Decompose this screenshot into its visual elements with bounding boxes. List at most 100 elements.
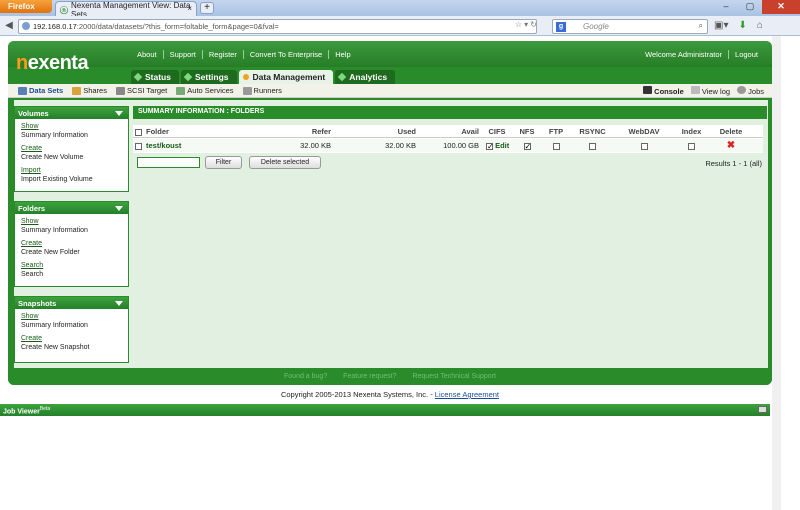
job-viewer-bar[interactable]: Job ViewerBeta (0, 404, 770, 416)
folders-show-desc: Summary Information (21, 226, 88, 234)
sub-navigation: Data Sets Shares SCSI Target Auto Servic… (18, 86, 291, 95)
row-select-checkbox[interactable] (135, 142, 142, 150)
navigation-toolbar: ◀ 192.168.0.17:2000/data/datasets/?this_… (0, 16, 800, 36)
minimize-icon[interactable]: – (714, 0, 738, 14)
subnav-data-sets[interactable]: Data Sets (18, 86, 72, 95)
folders-panel-header[interactable]: Folders (15, 202, 128, 214)
view-log-link[interactable]: View log (690, 86, 730, 96)
data-sets-icon (18, 86, 27, 95)
volumes-import-link[interactable]: Import (21, 167, 122, 176)
folders-create-link[interactable]: Create (21, 240, 122, 249)
volumes-create-desc: Create New Volume (21, 153, 84, 161)
toolbar-menu-icon[interactable]: ▣▾ (714, 20, 728, 31)
tab-status[interactable]: Status (131, 70, 179, 84)
folder-name-link[interactable]: test/koust (146, 141, 181, 150)
col-webdav: WebDAV (628, 127, 660, 136)
snapshots-create-link[interactable]: Create (21, 335, 122, 344)
table-row: test/koust 32.00 KB 32.00 KB 100.00 GB E… (133, 139, 763, 153)
select-all-checkbox[interactable] (135, 128, 142, 136)
col-delete: Delete (719, 127, 743, 136)
avail-value: 100.00 GB (443, 141, 479, 150)
summary-header: SUMMARY INFORMATION : FOLDERS (133, 106, 767, 119)
back-icon[interactable]: ◀ (2, 19, 16, 33)
webdav-checkbox[interactable] (640, 142, 648, 150)
delete-icon[interactable]: ✖ (709, 139, 753, 152)
site-identity-icon[interactable] (22, 22, 30, 30)
url-host: 192.168.0.17 (33, 22, 77, 31)
support-link[interactable]: Support (164, 50, 203, 59)
window-controls: – ▢ ✕ (714, 0, 800, 14)
snapshots-panel-header[interactable]: Snapshots (15, 297, 128, 309)
found-bug-link[interactable]: Found a bug? (284, 373, 327, 380)
volumes-panel-header[interactable]: Volumes (15, 107, 128, 119)
volumes-panel: Volumes Show Summary Information Create … (14, 106, 129, 192)
col-ftp: FTP (548, 127, 564, 136)
expand-icon[interactable] (758, 406, 767, 413)
volumes-create-link[interactable]: Create (21, 145, 122, 154)
snapshots-show-link[interactable]: Show (21, 313, 122, 322)
tab-analytics[interactable]: Analytics (335, 70, 396, 84)
maximize-icon[interactable]: ▢ (738, 0, 762, 14)
col-refer: Refer (311, 127, 331, 136)
folders-search-link[interactable]: Search (21, 262, 122, 271)
firefox-menu-button[interactable]: Firefox (0, 0, 52, 13)
subnav-runners[interactable]: Runners (242, 86, 291, 95)
new-tab-button[interactable]: + (200, 2, 214, 14)
tab-close-icon[interactable]: × (187, 4, 192, 13)
jobs-link[interactable]: Jobs (737, 86, 764, 96)
reload-icon[interactable]: ↻ (530, 20, 539, 29)
url-bar[interactable]: 192.168.0.17:2000/data/datasets/?this_fo… (18, 19, 537, 34)
search-input[interactable]: g Google ⌕ (552, 19, 708, 34)
index-checkbox[interactable] (688, 142, 695, 150)
tab-data-management[interactable]: Data Management (238, 70, 334, 84)
cifs-checkbox[interactable] (486, 140, 494, 153)
download-icon[interactable]: ⬇ (738, 20, 746, 31)
folders-show-link[interactable]: Show (21, 218, 122, 227)
license-agreement-link[interactable]: License Agreement (435, 390, 499, 399)
footer-links: Found a bug? Feature request? Request Te… (8, 368, 772, 385)
subnav-scsi-target[interactable]: SCSI Target (115, 86, 176, 95)
toolbar-right: ▣▾ ⬇ ⌂ (714, 20, 763, 31)
delete-selected-button[interactable]: Delete selected (249, 156, 321, 169)
search-icon[interactable]: ⌕ (699, 21, 703, 31)
main-tabs: Status Settings Data Management Analytic… (131, 70, 396, 84)
technical-support-link[interactable]: Request Technical Support (412, 373, 496, 380)
logout-link[interactable]: Logout (728, 50, 764, 59)
auto-services-icon (176, 86, 186, 95)
page-scrollbar[interactable] (772, 36, 781, 510)
subnav-shares[interactable]: Shares (72, 86, 116, 95)
snapshots-create-desc: Create New Snapshot (21, 343, 90, 351)
folders-panel: Folders Show Summary Information Create … (14, 201, 129, 287)
col-rsync: RSYNC (579, 127, 606, 136)
google-icon[interactable]: g (556, 22, 566, 32)
ftp-checkbox[interactable] (552, 142, 560, 150)
help-link[interactable]: Help (329, 50, 356, 59)
register-link[interactable]: Register (203, 50, 244, 59)
console-link[interactable]: Console (643, 86, 684, 96)
home-icon[interactable]: ⌂ (757, 20, 763, 31)
convert-enterprise-link[interactable]: Convert To Enterprise (244, 50, 330, 59)
filter-input[interactable] (137, 157, 200, 168)
col-avail: Avail (461, 127, 479, 136)
beta-badge: Beta (39, 406, 51, 412)
folders-table: Folder Refer Used Avail CIFS NFS FTP RSY… (133, 125, 763, 153)
rsync-checkbox[interactable] (589, 142, 596, 150)
sub-navigation-right: Console View log Jobs (643, 86, 764, 96)
bookmark-star-icon[interactable]: ☆ (515, 20, 524, 29)
nfs-checkbox[interactable] (523, 140, 531, 153)
col-nfs: NFS (519, 127, 535, 136)
browser-tab[interactable]: ⓝ Nexenta Management View: Data Sets × (55, 1, 197, 19)
url-actions: ☆▾↻ (515, 20, 539, 29)
tab-settings[interactable]: Settings (180, 70, 237, 84)
feature-request-link[interactable]: Feature request? (343, 373, 396, 380)
cifs-edit-link[interactable]: Edit (495, 141, 509, 150)
url-path: :2000/data/datasets/?this_form=foltable_… (76, 22, 279, 31)
subnav-auto-services[interactable]: Auto Services (176, 86, 242, 95)
about-link[interactable]: About (131, 50, 164, 59)
results-count: Results 1 - 1 (all) (705, 159, 762, 168)
snapshots-panel: Snapshots Show Summary Information Creat… (14, 296, 129, 363)
close-icon[interactable]: ✕ (762, 0, 800, 14)
volumes-import-desc: Import Existing Volume (21, 175, 93, 183)
filter-button[interactable]: Filter (205, 156, 242, 169)
volumes-show-link[interactable]: Show (21, 123, 122, 132)
